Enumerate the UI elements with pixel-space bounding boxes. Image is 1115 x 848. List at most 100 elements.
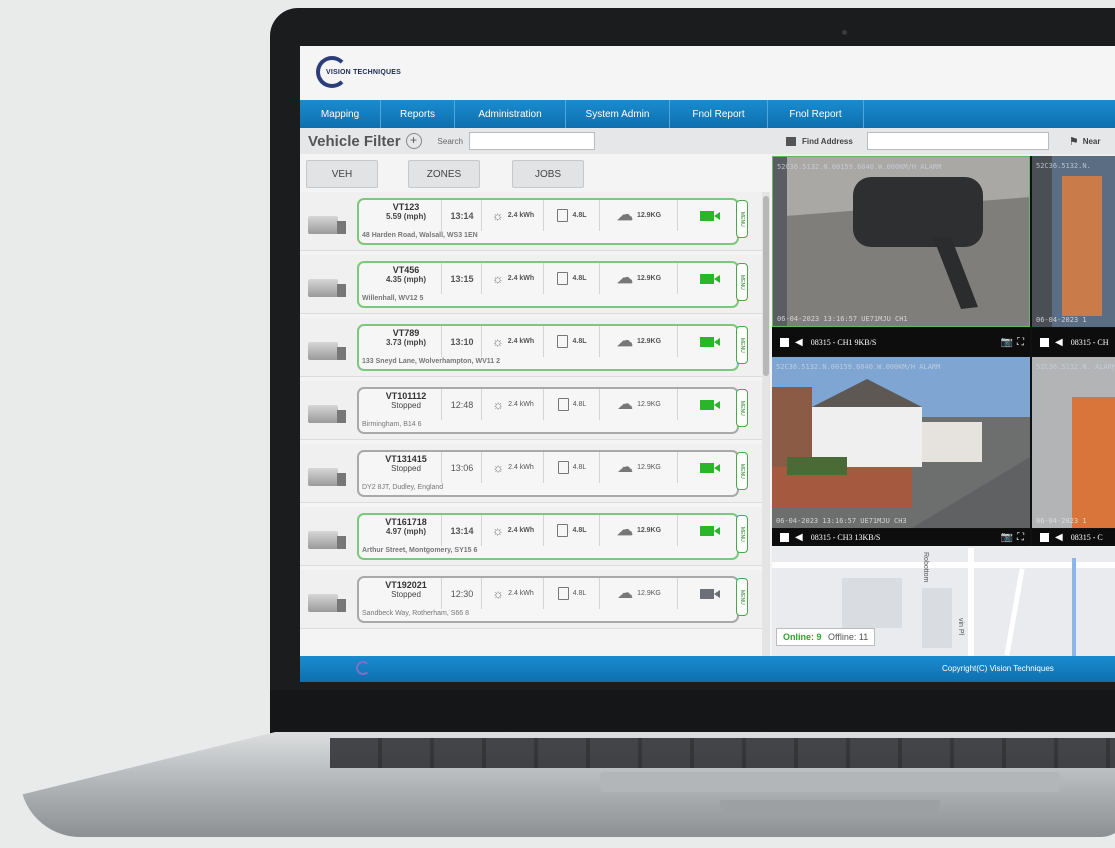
search-label: Search	[437, 136, 463, 146]
camera-cell[interactable]	[677, 578, 736, 609]
camera-feed-ch3[interactable]: 52C36.5132.N.00159.6040.W.000KM/H ALARM …	[772, 357, 1030, 528]
truck-icon	[308, 342, 346, 364]
speaker-icon[interactable]: ◀	[795, 532, 803, 543]
stop-icon[interactable]	[1040, 533, 1049, 542]
camera-bitrate-label: 08315 - CH3 13KB/S	[810, 533, 881, 542]
camera-cell[interactable]	[677, 389, 736, 420]
truck-icon	[308, 405, 346, 427]
fullscreen-icon[interactable]: ⛶	[1017, 532, 1024, 543]
search-input[interactable]	[468, 132, 595, 150]
nav-fnol-report-2[interactable]: Fnol Report	[768, 100, 864, 128]
speaker-icon[interactable]: ◀	[795, 337, 803, 348]
cloud-icon: ☁	[617, 395, 634, 413]
fuel-cell: 4.8L	[543, 515, 600, 546]
co2-cell: ☁ 12.9KG	[599, 515, 678, 546]
solar-cell: ☼ 2.4 kWh	[481, 326, 544, 357]
vehicle-address: Arthur Street, Montgomery, SY15 6	[362, 547, 478, 554]
logo-text: VISION TECHNIQUES	[326, 69, 401, 76]
camera-cell[interactable]	[677, 263, 736, 294]
camera-cell[interactable]	[677, 515, 736, 546]
vehicle-row[interactable]: VT456 4.35 (mph) 13:15 ☼ 2.4 kWh 4.8L ☁ 12…	[300, 255, 762, 314]
vehicle-row[interactable]: VT789 3.73 (mph) 13:10 ☼ 2.4 kWh 4.8L ☁ 12…	[300, 318, 762, 377]
video-camera-icon[interactable]	[700, 273, 720, 284]
camera-bitrate-label: 08315 - CH1 9KB/S	[810, 337, 877, 347]
nav-administration[interactable]: Administration	[455, 100, 566, 128]
solar-value: 2.4 kWh	[507, 212, 535, 219]
scroll-thumb[interactable]	[763, 196, 769, 376]
map-river	[1072, 558, 1076, 656]
camera-feed-ch4[interactable]: 52C36.5132.N. ALARM 06-04-2023 1	[1032, 357, 1115, 528]
sun-icon: ☼	[491, 271, 504, 286]
trackpad	[600, 772, 1060, 792]
video-camera-icon[interactable]	[700, 399, 720, 410]
camera-controls-ch2: ◀ 08315 - CH	[1032, 328, 1115, 356]
snapshot-camera-icon[interactable]: 📷	[1001, 337, 1013, 348]
vehicle-card[interactable]: VT123 5.59 (mph) 13:14 ☼ 2.4 kWh 4.8L ☁ 12…	[357, 198, 739, 245]
co2-cell: ☁ 12.9KG	[599, 389, 678, 420]
near-label[interactable]: Near	[1083, 137, 1101, 146]
zones-button[interactable]: ZONES	[408, 160, 480, 188]
camera-overlay-text: 52C36.5132.N.	[1036, 162, 1091, 170]
vehicle-card[interactable]: VT131415 Stopped 13:06 ☼ 2.4 kWh 4.8L ☁ 12…	[357, 450, 739, 497]
video-camera-icon[interactable]	[700, 462, 720, 473]
map-view[interactable]: Robottom vin Pl Online: 9 Offline: 11	[772, 548, 1115, 656]
map-building	[842, 578, 902, 628]
menu-tab[interactable]: MENU	[736, 326, 748, 364]
speaker-icon[interactable]: ◀	[1055, 337, 1063, 348]
stop-icon[interactable]	[780, 337, 789, 347]
vehicle-row[interactable]: VT192021 Stopped 12:30 ☼ 2.4 kWh 4.8L ☁ 12…	[300, 570, 762, 629]
vehicle-row[interactable]: VT131415 Stopped 13:06 ☼ 2.4 kWh 4.8L ☁ 12…	[300, 444, 762, 503]
fuel-cell: 4.8L	[543, 263, 600, 294]
camera-overlay-text: 52C36.5132.N.00159.6040.W.000KM/H ALARM	[777, 163, 942, 171]
solar-value: 2.4 kWh	[508, 590, 534, 597]
nav-system-admin[interactable]: System Admin	[566, 100, 670, 128]
veh-button[interactable]: VEH	[306, 160, 378, 188]
fuel-icon	[557, 398, 569, 411]
stop-icon[interactable]	[780, 533, 789, 542]
vehicle-row[interactable]: VT161718 4.97 (mph) 13:14 ☼ 2.4 kWh 4.8L …	[300, 507, 762, 566]
vehicle-card[interactable]: VT456 4.35 (mph) 13:15 ☼ 2.4 kWh 4.8L ☁ 12…	[357, 261, 739, 308]
camera-cell[interactable]	[677, 200, 736, 231]
video-camera-icon[interactable]	[700, 588, 720, 599]
video-camera-icon[interactable]	[700, 210, 720, 221]
vehicle-panel: Vehicle Filter + Search VEH ZONES JOBS V…	[300, 128, 772, 656]
menu-tab[interactable]: MENU	[736, 263, 748, 301]
find-address-input[interactable]	[866, 132, 1049, 150]
stop-icon[interactable]	[1040, 337, 1049, 347]
camera-feed-ch2[interactable]: 52C36.5132.N. 06-04-2023 1	[1032, 156, 1115, 327]
nav-reports[interactable]: Reports	[381, 100, 455, 128]
vehicle-card[interactable]: VT192021 Stopped 12:30 ☼ 2.4 kWh 4.8L ☁ 12…	[357, 576, 739, 623]
nav-mapping[interactable]: Mapping	[300, 100, 381, 128]
add-filter-icon[interactable]: +	[405, 133, 422, 149]
vehicle-card[interactable]: VT789 3.73 (mph) 13:10 ☼ 2.4 kWh 4.8L ☁ 12…	[357, 324, 739, 371]
fullscreen-icon[interactable]: ⛶	[1017, 337, 1024, 348]
fuel-cell: 4.8L	[543, 389, 600, 420]
vehicle-row[interactable]: VT123 5.59 (mph) 13:14 ☼ 2.4 kWh 4.8L ☁ 12…	[300, 192, 762, 251]
menu-tab[interactable]: MENU	[736, 578, 748, 616]
menu-tab[interactable]: MENU	[736, 452, 748, 490]
vehicle-id-cell: VT789 3.73 (mph)	[371, 328, 441, 347]
speaker-icon[interactable]: ◀	[1055, 532, 1063, 543]
vehicle-card[interactable]: VT161718 4.97 (mph) 13:14 ☼ 2.4 kWh 4.8L …	[357, 513, 739, 560]
truck-icon	[308, 531, 346, 553]
snapshot-camera-icon[interactable]: 📷	[1001, 532, 1013, 543]
camera-cell[interactable]	[677, 326, 736, 357]
webcam-dot	[842, 30, 847, 35]
co2-cell: ☁ 12.9KG	[599, 263, 678, 294]
video-camera-icon[interactable]	[700, 525, 720, 536]
video-camera-icon[interactable]	[700, 336, 720, 347]
camera-cell[interactable]	[677, 452, 736, 483]
menu-tab[interactable]: MENU	[736, 200, 748, 238]
brand-logo[interactable]: VISION TECHNIQUES	[316, 56, 436, 92]
vehicle-row[interactable]: VT101112 Stopped 12:48 ☼ 2.4 kWh 4.8L ☁ 12…	[300, 381, 762, 440]
vehicle-card[interactable]: VT101112 Stopped 12:48 ☼ 2.4 kWh 4.8L ☁ 12…	[357, 387, 739, 434]
camera-feed-ch1[interactable]: 52C36.5132.N.00159.6040.W.000KM/H ALARM …	[772, 156, 1030, 327]
menu-tab[interactable]: MENU	[736, 515, 748, 553]
vehicle-list-scrollbar[interactable]	[762, 192, 770, 656]
jobs-button[interactable]: JOBS	[512, 160, 584, 188]
filter-buttons: VEH ZONES JOBS	[300, 154, 772, 190]
map-street-label: Robottom	[922, 552, 929, 583]
camera-timestamp: 06-04-2023 13:16:57 UE71MJU CH3	[776, 517, 907, 525]
nav-fnol-report[interactable]: Fnol Report	[670, 100, 768, 128]
menu-tab[interactable]: MENU	[736, 389, 748, 427]
